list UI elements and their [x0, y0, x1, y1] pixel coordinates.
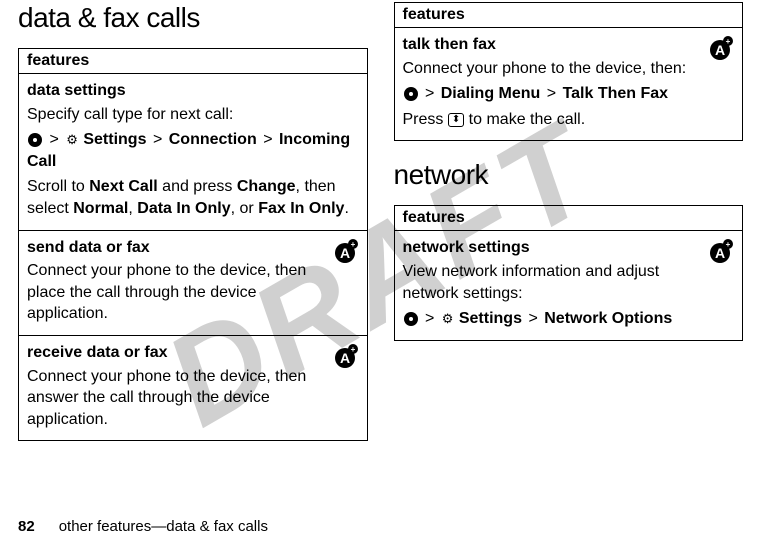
- txt: Press: [403, 111, 448, 128]
- nav-settings: Settings: [83, 131, 146, 148]
- txt: and press: [158, 178, 237, 195]
- cell-desc: Specify call type for next call:: [27, 106, 233, 123]
- svg-text:+: +: [350, 240, 355, 249]
- next-call: Next Call: [89, 178, 157, 195]
- txt: .: [344, 200, 348, 217]
- svg-text:A: A: [715, 42, 725, 58]
- txt: ,: [128, 200, 137, 217]
- left-column: data & fax calls features data settings …: [18, 2, 366, 459]
- cell-desc: View network information and adjust netw…: [403, 261, 735, 304]
- press-instruction: Press ⬍ to make the call.: [403, 109, 735, 131]
- center-key-icon: [404, 87, 418, 101]
- gt: >: [425, 310, 434, 327]
- settings-icon: ⚙: [66, 131, 78, 149]
- features-table-right-top: features A+ talk then fax Connect your p…: [394, 2, 744, 141]
- settings-icon: ⚙: [442, 310, 454, 328]
- table-header: features: [19, 49, 367, 74]
- gt: >: [425, 85, 434, 102]
- cell-send-data: A+ send data or fax Connect your phone t…: [19, 231, 367, 336]
- table-header: features: [395, 206, 743, 231]
- page-footer: 82 other features—data & fax calls: [18, 518, 268, 535]
- gt: >: [153, 131, 162, 148]
- cell-title: receive data or fax: [27, 342, 359, 364]
- nav-path: > ⚙ Settings > Connection > Incoming Cal…: [27, 129, 359, 172]
- cell-talk-then-fax: A+ talk then fax Connect your phone to t…: [395, 28, 743, 140]
- features-table-left: features data settings Specify call type…: [18, 48, 368, 441]
- nav-path: > ⚙ Settings > Network Options: [403, 308, 735, 330]
- cell-desc: Connect your phone to the device, then a…: [27, 366, 359, 431]
- gt: >: [263, 131, 272, 148]
- gt: >: [49, 131, 58, 148]
- send-key-icon: ⬍: [448, 113, 464, 127]
- nav-netopt: Network Options: [544, 310, 672, 327]
- right-column: features A+ talk then fax Connect your p…: [394, 2, 742, 459]
- features-table-network: features A+ network settings View networ…: [394, 205, 744, 340]
- cell-desc: Connect your phone to the device, then:: [403, 58, 735, 80]
- svg-text:A: A: [339, 350, 349, 366]
- cell-data-settings: data settings Specify call type for next…: [19, 74, 367, 231]
- cell-receive-data: A+ receive data or fax Connect your phon…: [19, 336, 367, 440]
- table-header: features: [395, 3, 743, 28]
- heading-data-fax: data & fax calls: [18, 2, 366, 34]
- cell-title: data settings: [27, 80, 359, 102]
- nav-connection: Connection: [169, 131, 257, 148]
- normal: Normal: [73, 200, 128, 217]
- page-number: 82: [18, 518, 35, 535]
- svg-text:+: +: [350, 345, 355, 354]
- scroll-instruction: Scroll to Next Call and press Change, th…: [27, 176, 359, 219]
- txt: Scroll to: [27, 178, 89, 195]
- footer-text: other features—data & fax calls: [59, 518, 268, 535]
- cell-network-settings: A+ network settings View network informa…: [395, 231, 743, 339]
- svg-text:A: A: [339, 245, 349, 261]
- accessibility-badge-icon: A+: [331, 342, 359, 377]
- gt: >: [528, 310, 537, 327]
- center-key-icon: [28, 133, 42, 147]
- accessibility-badge-icon: A+: [706, 34, 734, 69]
- nav-dialing: Dialing Menu: [441, 85, 541, 102]
- nav-path: > Dialing Menu > Talk Then Fax: [403, 83, 735, 105]
- txt: , or: [231, 200, 259, 217]
- nav-ttf: Talk Then Fax: [563, 85, 669, 102]
- gt: >: [547, 85, 556, 102]
- accessibility-badge-icon: A+: [331, 237, 359, 272]
- txt: to make the call.: [464, 111, 585, 128]
- accessibility-badge-icon: A+: [706, 237, 734, 272]
- change: Change: [237, 178, 296, 195]
- data-only: Data In Only: [137, 200, 230, 217]
- cell-title: network settings: [403, 237, 735, 259]
- heading-network: network: [394, 159, 742, 191]
- svg-text:A: A: [715, 245, 725, 261]
- cell-title: talk then fax: [403, 34, 735, 56]
- svg-text:+: +: [726, 240, 731, 249]
- center-key-icon: [404, 312, 418, 326]
- fax-only: Fax In Only: [258, 200, 344, 217]
- svg-text:+: +: [726, 37, 731, 46]
- cell-title: send data or fax: [27, 237, 359, 259]
- cell-desc: Connect your phone to the device, then p…: [27, 260, 359, 325]
- nav-settings: Settings: [459, 310, 522, 327]
